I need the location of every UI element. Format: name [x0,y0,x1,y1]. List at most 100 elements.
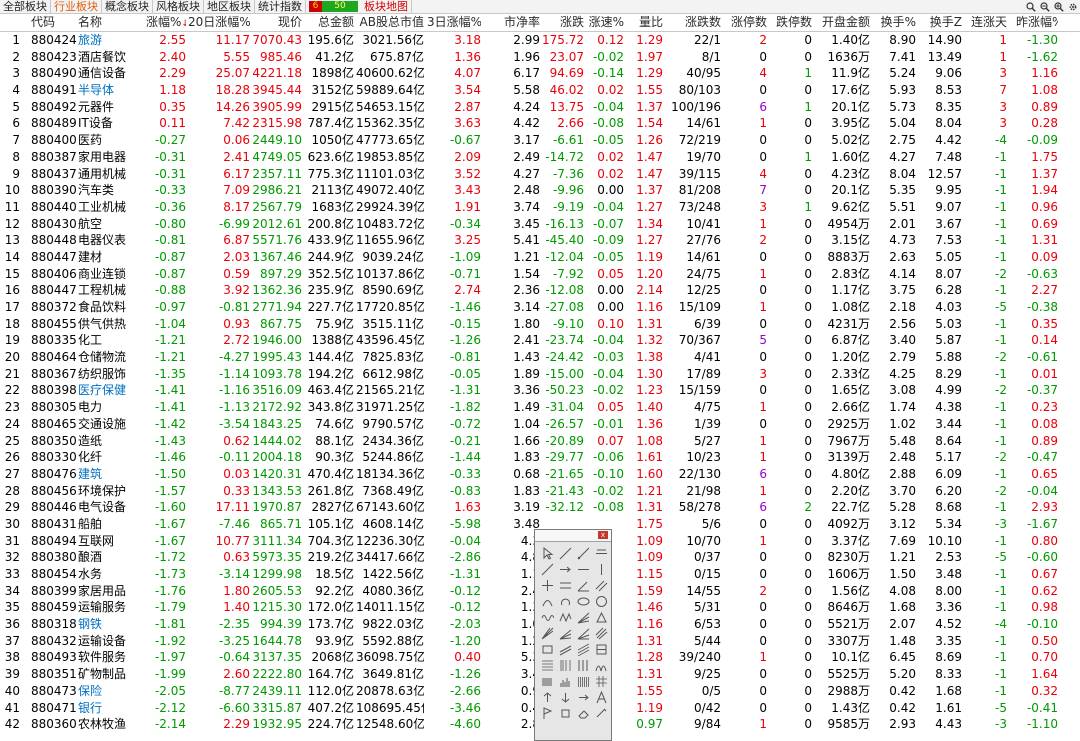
settings-icon[interactable] [1067,0,1078,13]
code-cell[interactable]: 880318 [31,616,77,633]
arc-icon[interactable] [539,593,556,609]
table-row[interactable]: 5 880492 元器件 0.35 14.26 3905.99 2915亿 54653.15亿… [0,99,1080,116]
tab-stat-index[interactable]: 统计指数 [255,0,306,13]
table-row[interactable]: 26 880330 化纤 -1.46 -0.11 2004.18 90.3亿 5244.86亿… [0,449,1080,466]
name-cell[interactable]: 元器件 [78,99,148,116]
table-row[interactable]: 15 880406 商业连锁 -0.87 0.59 897.29 352.5亿 10137.8… [0,266,1080,283]
code-cell[interactable]: 880490 [31,65,77,82]
name-cell[interactable]: 电力 [78,399,148,416]
grid-icon[interactable] [593,673,610,689]
name-cell[interactable]: 化工 [78,332,148,349]
table-row[interactable]: 13 880448 电器仪表 -0.81 6.87 5571.76 433.9亿 11655.… [0,232,1080,249]
table-row[interactable]: 16 880447 工程机械 -0.88 3.92 1362.36 235.9亿 8590.6… [0,282,1080,299]
code-cell[interactable]: 880493 [31,649,77,666]
code-cell[interactable]: 880432 [31,633,77,650]
arrow-line-icon[interactable] [557,561,574,577]
col-header-change3[interactable]: 3日涨幅% [427,14,481,31]
name-cell[interactable]: 工业机械 [78,199,148,216]
table-row[interactable]: 12 880430 航空 -0.80 -6.99 2012.61 200.8亿 10483.7… [0,215,1080,233]
search-icon[interactable] [1025,0,1036,13]
line-icon[interactable] [557,545,574,561]
table-row[interactable]: 3 880490 通信设备 2.29 25.07 4221.18 1898亿 40600.62… [0,65,1080,82]
parallel-icon[interactable] [593,577,610,593]
code-cell[interactable]: 880464 [31,349,77,366]
code-cell[interactable]: 880446 [31,499,77,516]
name-cell[interactable]: 造纸 [78,433,148,450]
down-arrow-icon[interactable] [557,689,574,705]
table-row[interactable]: 21 880367 纺织服饰 -1.35 -1.14 1093.78 194.2亿 6612.… [0,366,1080,383]
code-cell[interactable]: 880456 [31,483,77,500]
name-cell[interactable]: 旅游 [78,32,148,49]
table-row[interactable]: 2 880423 酒店餐饮 2.40 5.55 985.46 41.2亿 675.87亿 1.3… [0,48,1080,66]
name-cell[interactable]: 工程机械 [78,282,148,299]
tab-all-sectors[interactable]: 全部板块 [0,0,51,13]
name-cell[interactable]: 汽车类 [78,182,148,199]
name-cell[interactable]: 供气供热 [78,316,148,333]
code-cell[interactable]: 880406 [31,266,77,283]
table-row[interactable]: 11 880440 工业机械 -0.36 8.17 2567.79 1683亿 29924.3… [0,199,1080,216]
name-cell[interactable]: 仓储物流 [78,349,148,366]
name-cell[interactable]: 船舶 [78,516,148,533]
table-row[interactable]: 18 880455 供气供热 -1.04 0.93 867.75 75.9亿 3515.11亿… [0,315,1080,333]
code-cell[interactable]: 880447 [31,249,77,266]
col-header-change[interactable]: 涨跌 [540,14,584,31]
table-row[interactable]: 25 880350 造纸 -1.43 0.62 1444.02 88.1亿 2434.36亿 -… [0,433,1080,450]
name-cell[interactable]: 水务 [78,566,148,583]
name-cell[interactable]: 通信设备 [78,65,148,82]
col-header-amount[interactable]: 总金额 [304,14,354,31]
code-cell[interactable]: 880440 [31,199,77,216]
up-arrow-icon[interactable] [539,689,556,705]
marker-icon[interactable] [575,689,592,705]
table-row[interactable]: 10 880390 汽车类 -0.33 7.09 2986.21 2113亿 49072.40… [0,182,1080,199]
col-header-turnover-z[interactable]: 换手Z [920,14,962,31]
table-row[interactable]: 7 880400 医药 -0.27 0.06 2449.10 1050亿 47773.65亿 -… [0,132,1080,149]
angle-icon[interactable] [575,577,592,593]
col-header-limit-up[interactable]: 涨停数 [724,14,767,31]
name-cell[interactable]: 家居用品 [78,583,148,600]
col-header-market-cap[interactable]: AB股总市值 [356,14,424,31]
col-header-pb-ratio[interactable]: 市净率 [492,14,540,31]
col-header-open-amount[interactable]: 开盘金额 [816,14,870,31]
code-cell[interactable]: 880330 [31,449,77,466]
table-row[interactable]: 27 880476 建筑 -1.50 0.03 1420.31 470.4亿 18134.36… [0,466,1080,483]
flag-icon[interactable] [539,705,556,721]
box-icon[interactable] [593,641,610,657]
name-cell[interactable]: 航空 [78,216,148,233]
code-cell[interactable]: 880380 [31,549,77,566]
volume-bars-icon[interactable] [557,673,574,689]
cross-line-icon[interactable] [539,577,556,593]
code-cell[interactable]: 880398 [31,382,77,399]
drawing-tools-palette[interactable]: x [534,529,612,741]
name-cell[interactable]: 保险 [78,683,148,700]
circle-arc-icon[interactable] [557,593,574,609]
name-cell[interactable]: 酿酒 [78,549,148,566]
vertical-bars-icon[interactable] [575,673,592,689]
code-cell[interactable]: 880350 [31,433,77,450]
cycle-icon[interactable] [593,657,610,673]
name-cell[interactable]: 通用机械 [78,166,148,183]
tab-concept-sectors[interactable]: 概念板块 [102,0,153,13]
name-cell[interactable]: 建筑 [78,466,148,483]
name-cell[interactable]: 医药 [78,132,148,149]
name-cell[interactable]: 银行 [78,700,148,717]
code-cell[interactable]: 880489 [31,115,77,132]
col-header-speed[interactable]: 涨速% [584,14,624,31]
name-cell[interactable]: 互联网 [78,533,148,550]
table-row[interactable]: 17 880372 食品饮料 -0.97 -0.81 2771.94 227.7亿 17720… [0,299,1080,316]
text-icon[interactable] [593,689,610,705]
pitchfork-icon[interactable] [593,625,610,641]
code-cell[interactable]: 880372 [31,299,77,316]
name-cell[interactable]: 半导体 [78,82,148,99]
code-cell[interactable]: 880471 [31,700,77,717]
table-row[interactable]: 23 880305 电力 -1.41 -1.13 2172.92 343.8亿 31971.2… [0,399,1080,416]
col-header-up-down-count[interactable]: 涨跌数 [664,14,721,31]
table-row[interactable]: 6 880489 IT设备 0.11 7.42 2315.98 787.4亿 15362.35… [0,115,1080,133]
code-cell[interactable]: 880430 [31,216,77,233]
code-cell[interactable]: 880455 [31,316,77,333]
table-row[interactable]: 20 880464 仓储物流 -1.21 -4.27 1995.43 144.4亿 7825.… [0,349,1080,366]
ray-icon[interactable] [575,545,592,561]
name-cell[interactable]: 运输设备 [78,633,148,650]
table-row[interactable]: 19 880335 化工 -1.21 2.72 1946.00 1388亿 43596.45亿… [0,332,1080,349]
name-cell[interactable]: 环境保护 [78,483,148,500]
name-cell[interactable]: 软件服务 [78,649,148,666]
